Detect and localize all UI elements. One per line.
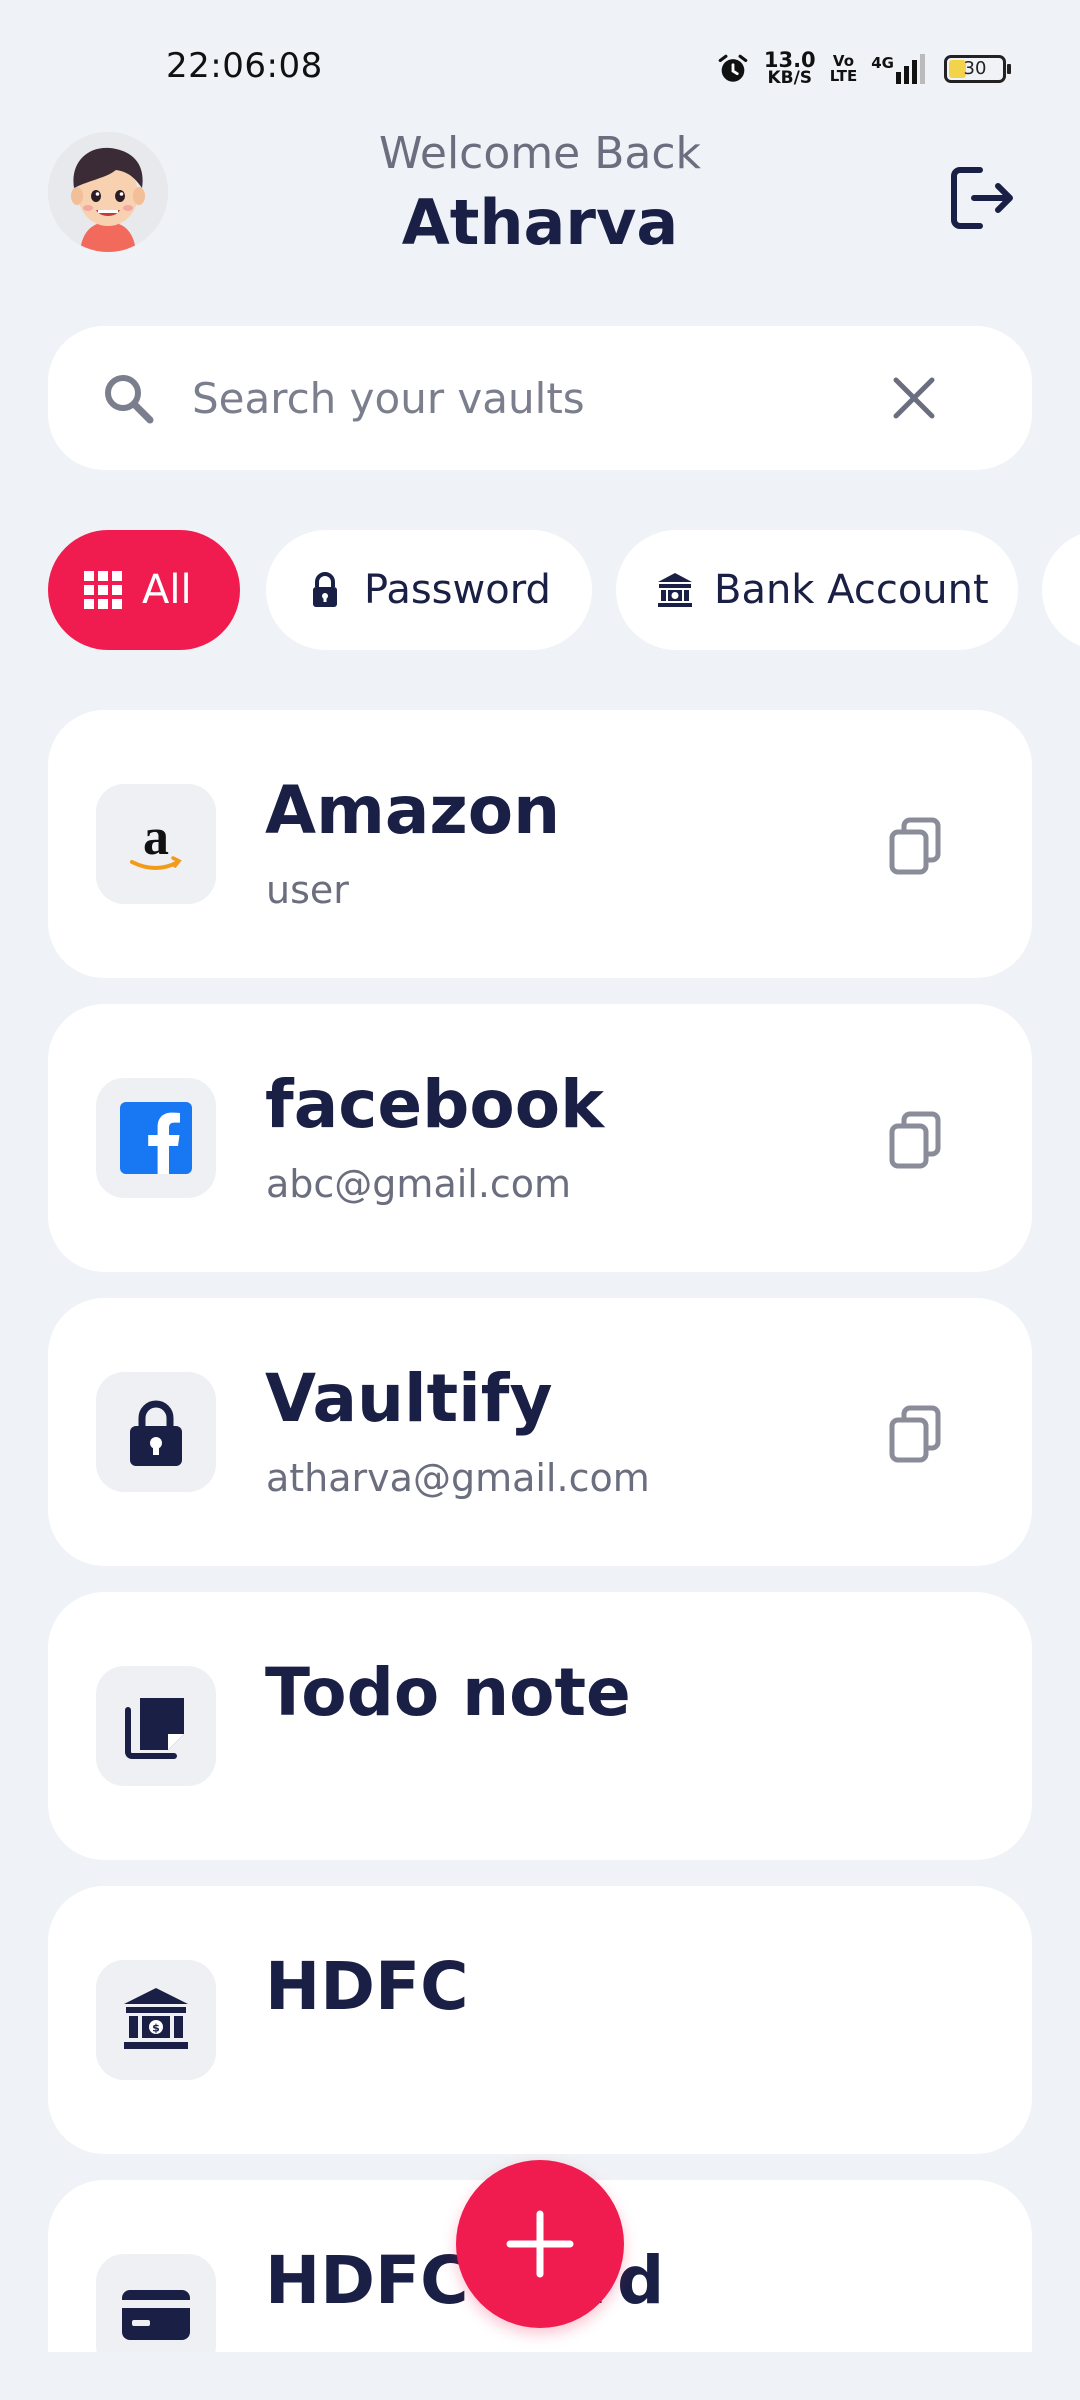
chip-password[interactable]: Password	[266, 530, 592, 650]
chip-all[interactable]: All	[48, 530, 240, 650]
chip-more[interactable]	[1042, 530, 1080, 650]
card-icon	[96, 2254, 216, 2352]
vault-item-amazon[interactable]: a Amazon user	[48, 710, 1032, 978]
volte-bottom: LTE	[829, 66, 858, 85]
vault-item-vaultify[interactable]: Vaultify atharva@gmail.com	[48, 1298, 1032, 1566]
copy-icon[interactable]	[888, 1404, 944, 1464]
lock-icon	[313, 572, 337, 607]
vault-subtitle: user	[266, 868, 349, 912]
network-type: 4G	[871, 53, 894, 72]
amazon-icon: a	[96, 784, 216, 904]
facebook-icon	[96, 1078, 216, 1198]
vault-title: Amazon	[265, 772, 561, 849]
add-vault-button[interactable]	[456, 2160, 624, 2328]
logout-icon[interactable]	[940, 158, 1020, 238]
svg-text:a: a	[143, 809, 169, 866]
search-icon	[105, 375, 154, 424]
network-indicator: 4G	[871, 53, 930, 84]
copy-icon[interactable]	[888, 1110, 944, 1170]
bank-icon: $	[96, 1960, 216, 2080]
vault-subtitle: abc@gmail.com	[266, 1162, 572, 1206]
volte-indicator: Vo LTE	[829, 53, 858, 85]
search-input[interactable]	[192, 366, 892, 430]
lock-icon	[96, 1372, 216, 1492]
vault-subtitle: atharva@gmail.com	[266, 1456, 650, 1500]
chip-all-label: All	[142, 567, 192, 613]
status-bar: 22:06:08 13.0 KB/S Vo LTE 4G 30	[0, 0, 1080, 110]
vault-title: Todo note	[265, 1654, 631, 1731]
vault-title: HDFC	[265, 1948, 469, 2025]
vault-item-todo-note[interactable]: Todo note	[48, 1592, 1032, 1860]
grid-icon	[84, 571, 122, 609]
battery-icon: 30	[944, 54, 1011, 83]
net-speed-unit: KB/S	[767, 68, 813, 88]
chip-bank-account-label: Bank Account	[714, 567, 989, 613]
filter-chips: All Password Bank Account	[48, 530, 1080, 652]
username: Atharva	[401, 186, 679, 259]
vault-item-facebook[interactable]: facebook abc@gmail.com	[48, 1004, 1032, 1272]
chip-password-label: Password	[364, 567, 551, 613]
header: Welcome Back Atharva	[0, 120, 1080, 270]
vault-list: a Amazon user facebook abc@gmail.com Vau…	[48, 710, 1032, 2352]
note-icon	[96, 1666, 216, 1786]
alarm-icon	[718, 54, 748, 82]
bank-icon	[658, 573, 692, 607]
net-speed: 13.0 KB/S	[764, 50, 816, 87]
vault-item-hdfc[interactable]: $ HDFC	[48, 1886, 1032, 2154]
status-icons: 13.0 KB/S Vo LTE 4G 30	[716, 50, 1011, 87]
status-time: 22:06:08	[166, 46, 323, 86]
vault-title: facebook	[265, 1066, 604, 1143]
close-icon[interactable]	[890, 374, 938, 422]
svg-text:$: $	[152, 2022, 160, 2035]
copy-icon[interactable]	[888, 816, 944, 876]
welcome-text: Welcome Back	[378, 128, 702, 179]
plus-icon	[506, 2210, 574, 2278]
chip-bank-account[interactable]: Bank Account	[616, 530, 1018, 650]
net-speed-value: 13.0	[763, 48, 816, 72]
vault-title: Vaultify	[265, 1360, 553, 1437]
battery-level: 30	[963, 57, 987, 79]
signal-icon	[896, 53, 925, 84]
search-bar	[48, 326, 1032, 470]
